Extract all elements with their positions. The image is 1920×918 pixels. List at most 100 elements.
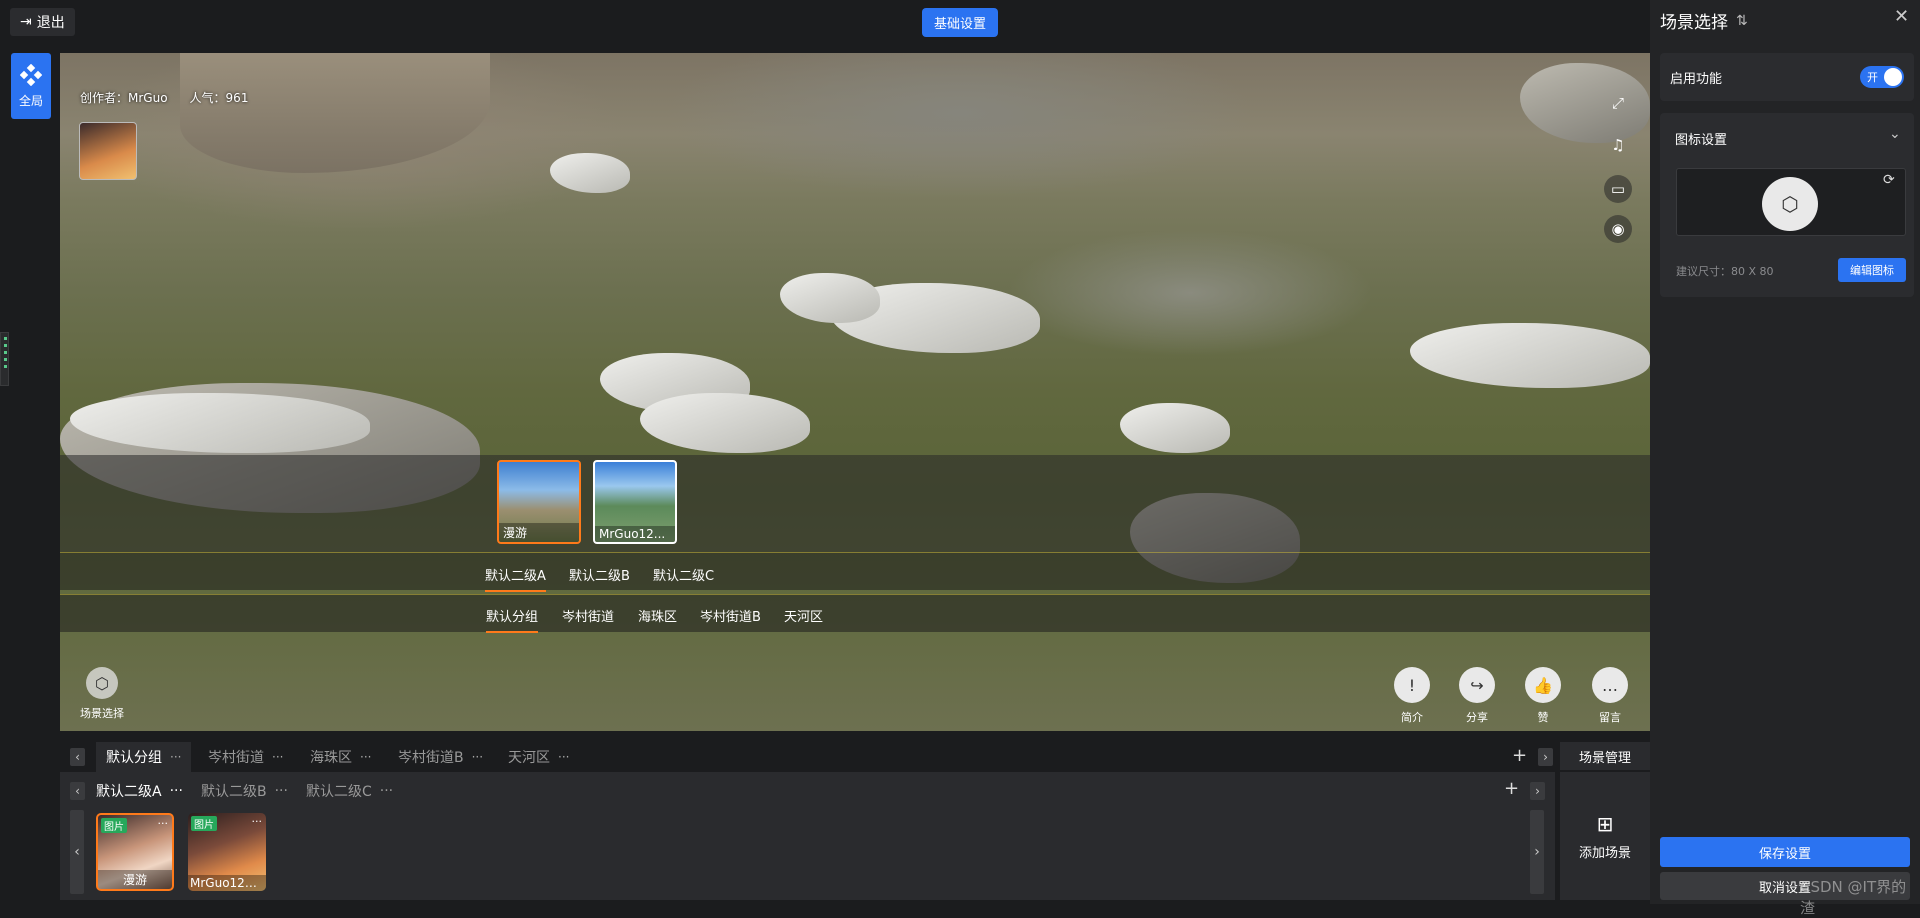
enable-label: 启用功能	[1670, 71, 1723, 87]
fullscreen-icon[interactable]: ⤢	[1604, 89, 1632, 117]
type-tag: 图片	[191, 816, 217, 831]
exit-button[interactable]: ⇥ 退出	[10, 8, 75, 36]
save-button[interactable]: 保存设置	[1660, 837, 1910, 867]
more-icon[interactable]: ···	[472, 750, 483, 764]
more-icon[interactable]: ···	[360, 750, 371, 764]
cube-icon: ⬡	[86, 667, 118, 699]
avatar[interactable]	[79, 122, 137, 180]
scroll-right-button[interactable]: ›	[1538, 748, 1553, 766]
group-tab-label: 默认分组	[106, 750, 162, 766]
comment-label: 留言	[1599, 711, 1621, 724]
level2-tab[interactable]: 默认二级C	[653, 565, 714, 590]
rock	[640, 393, 810, 453]
scene-management-button[interactable]: 场景管理	[1560, 742, 1650, 770]
scene-strip	[60, 455, 1650, 552]
like-button[interactable]: 👍 赞	[1525, 667, 1561, 725]
sub-tab[interactable]: 默认二级A ···	[96, 781, 183, 801]
rock	[780, 273, 880, 323]
like-label: 赞	[1537, 711, 1549, 724]
level1-tab[interactable]: 默认分组	[486, 606, 539, 633]
scene-card-name: MrGuo1231...	[188, 875, 266, 891]
group-tab-label: 岑村街道	[208, 750, 264, 766]
group-tab[interactable]: 海珠区 ···	[300, 742, 381, 772]
group-tab[interactable]: 天河区 ···	[498, 742, 579, 772]
intro-button[interactable]: ! 简介	[1394, 667, 1430, 725]
add-subgroup-icon[interactable]: +	[1504, 778, 1519, 799]
scroll-right-button[interactable]: ›	[1530, 782, 1545, 800]
group-tab[interactable]: 岑村街道 ···	[198, 742, 293, 772]
creator-info: 创作者：MrGuo 人气：961	[80, 89, 248, 106]
share-button[interactable]: ↪ 分享	[1459, 667, 1495, 725]
scene-card[interactable]: 图片 ··· MrGuo1231...	[188, 813, 266, 891]
comment-icon: …	[1592, 667, 1628, 703]
creator-label: 创作者：MrGuo	[80, 91, 168, 105]
scene-select-button[interactable]: ⬡ 场景选择	[80, 667, 124, 721]
list-next-button[interactable]: ›	[1530, 810, 1544, 894]
icon-settings-title: 图标设置	[1675, 133, 1728, 148]
rock	[550, 153, 630, 193]
chevron-down-icon[interactable]: ⌄	[1889, 126, 1901, 142]
more-icon[interactable]: ···	[170, 750, 181, 764]
scene-thumb-label: 漫游	[499, 523, 579, 542]
edit-icon-button[interactable]: 编辑图标	[1838, 258, 1906, 282]
rock	[1120, 403, 1230, 453]
more-icon[interactable]: ···	[252, 815, 263, 828]
panorama-viewer[interactable]: 创作者：MrGuo 人气：961 ⤢ ♫ ▭ ◉ 漫游 MrGuo12... 默…	[60, 53, 1650, 731]
popularity-label: 人气：961	[189, 91, 249, 105]
watermark: CSDN @IT界的渣	[1800, 878, 1907, 917]
level2-tab[interactable]: 默认二级B	[569, 565, 630, 590]
scroll-left-button[interactable]: ‹	[70, 782, 85, 800]
level1-tab[interactable]: 海珠区	[638, 606, 677, 631]
refresh-icon[interactable]: ⟳	[1883, 172, 1895, 188]
global-tab[interactable]: 全局	[11, 53, 51, 119]
group-tab-label: 岑村街道B	[398, 750, 464, 766]
size-hint: 建议尺寸：80 X 80	[1676, 265, 1774, 278]
level2-tab[interactable]: 默认二级A	[485, 565, 546, 592]
panel-title: 场景选择 ⇅	[1660, 8, 1748, 34]
scene-thumb[interactable]: 漫游	[497, 460, 581, 544]
sub-tab[interactable]: 默认二级B ···	[201, 781, 288, 801]
scroll-left-button[interactable]: ‹	[70, 748, 85, 766]
eye-icon[interactable]: ◉	[1604, 215, 1632, 243]
vr-icon[interactable]: ▭	[1604, 175, 1632, 203]
basic-settings-button[interactable]: 基础设置	[922, 8, 998, 37]
comment-button[interactable]: … 留言	[1592, 667, 1628, 725]
toggle-knob	[1884, 68, 1902, 86]
sub-tab-label: 默认二级C	[306, 784, 372, 800]
sort-icon[interactable]: ⇅	[1736, 13, 1748, 29]
list-prev-button[interactable]: ‹	[70, 810, 84, 894]
group-tab-label: 海珠区	[310, 750, 352, 766]
add-scene-button[interactable]: ⊞ 添加场景	[1560, 772, 1650, 900]
global-tab-label: 全局	[18, 93, 43, 108]
more-icon[interactable]: ···	[558, 750, 569, 764]
more-icon[interactable]: ···	[158, 817, 169, 830]
share-icon: ↪	[1459, 667, 1495, 703]
add-group-icon[interactable]: +	[1512, 745, 1527, 766]
more-icon[interactable]: ···	[380, 783, 393, 799]
enable-toggle[interactable]: 开	[1860, 66, 1904, 88]
add-scene-label: 添加场景	[1578, 845, 1631, 861]
sub-tab-label: 默认二级A	[96, 784, 162, 800]
share-label: 分享	[1466, 711, 1488, 724]
group-tab[interactable]: 岑村街道B ···	[388, 742, 493, 772]
cube-icon: ⬡	[1762, 177, 1818, 231]
more-icon[interactable]: ···	[170, 783, 183, 799]
more-icon[interactable]: ···	[272, 750, 283, 764]
level1-tab[interactable]: 岑村街道B	[700, 606, 761, 631]
rail-handle[interactable]	[0, 332, 9, 386]
sub-tab[interactable]: 默认二级C ···	[306, 781, 393, 801]
cliff-area	[180, 53, 490, 173]
scene-select-label: 场景选择	[80, 707, 124, 720]
scene-card-name: 漫游	[98, 870, 172, 889]
scene-thumb[interactable]: MrGuo12...	[593, 460, 677, 544]
level1-tab-bar	[60, 594, 1650, 632]
more-icon[interactable]: ···	[275, 783, 288, 799]
level1-tab[interactable]: 天河区	[784, 606, 823, 631]
group-tab[interactable]: 默认分组 ···	[96, 742, 192, 772]
scene-card[interactable]: 图片 ··· 漫游	[96, 813, 174, 891]
scene-thumb-label: MrGuo12...	[595, 526, 675, 542]
diamond-grid-icon	[20, 63, 42, 86]
level1-tab[interactable]: 岑村街道	[562, 606, 614, 631]
close-icon[interactable]: ✕	[1894, 6, 1909, 27]
music-icon[interactable]: ♫	[1604, 131, 1632, 159]
